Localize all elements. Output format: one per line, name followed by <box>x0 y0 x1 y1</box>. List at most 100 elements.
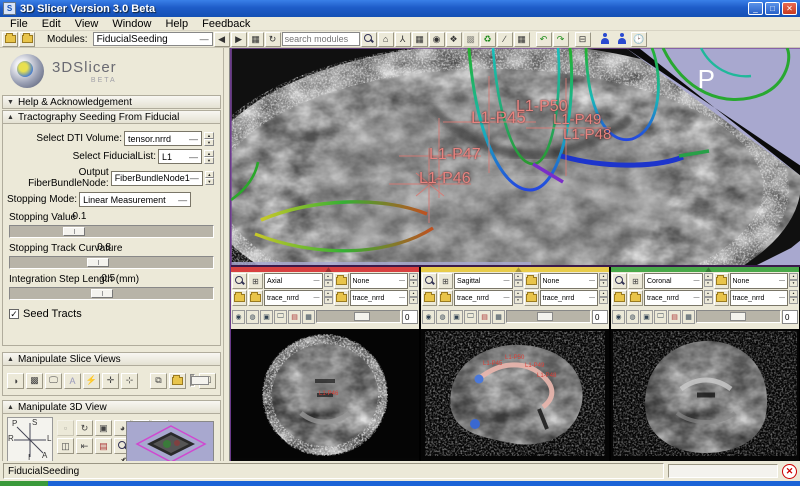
axis-visible-button[interactable]: ◫ <box>57 438 74 454</box>
editor-module-button[interactable]: ♻ <box>480 32 496 47</box>
stopping-value-slider[interactable] <box>9 225 214 238</box>
data-module-button[interactable]: ⅄ <box>395 32 411 47</box>
grid-button[interactable]: ▦ <box>492 310 505 324</box>
minimize-button[interactable]: _ <box>748 2 763 15</box>
spin-up-icon[interactable]: ▲ <box>704 290 713 297</box>
navigation-zoom-button[interactable]: ⇤ <box>76 438 93 454</box>
select-color-button[interactable]: ▤ <box>95 438 112 454</box>
annotation-button[interactable]: A <box>64 373 81 389</box>
spin-up-icon[interactable]: ▲ <box>599 290 608 297</box>
fg-volume-button[interactable] <box>334 273 349 289</box>
toggle-visibility-button[interactable]: ◑ <box>7 373 24 389</box>
module-prev-button[interactable]: ◀ <box>214 32 230 47</box>
module-next-button[interactable]: ▶ <box>231 32 247 47</box>
orientation-spinner[interactable]: ▲▼ <box>324 273 333 289</box>
label-volume-spinner[interactable]: ▲▼ <box>599 290 608 306</box>
fiducial-select-button[interactable] <box>614 32 630 47</box>
label-volume-button[interactable] <box>628 290 643 306</box>
label-volume-spinner[interactable]: ▲▼ <box>789 290 798 306</box>
module-selector[interactable]: FiducialSeeding — <box>93 32 213 46</box>
slice-link-button[interactable] <box>612 290 627 306</box>
spin-up-icon[interactable]: ▲ <box>789 273 798 280</box>
ortho-view-button[interactable]: ▣ <box>95 420 112 436</box>
yellow-slice-colorbar[interactable] <box>421 267 609 272</box>
help-section-header[interactable]: ▼ Help & Acknowledgement <box>2 95 221 109</box>
bg-volume-button[interactable] <box>524 290 539 306</box>
fg-volume-select[interactable]: None— <box>540 273 599 289</box>
layers-button[interactable]: ▣ <box>640 310 653 324</box>
fg-volume-button[interactable] <box>524 273 539 289</box>
bg-volume-select[interactable]: trace_nrrd— <box>454 290 513 306</box>
load-scene-button[interactable] <box>2 32 18 47</box>
colors-button[interactable]: ▤ <box>478 310 491 324</box>
label-volume-spinner[interactable]: ▲▼ <box>409 290 418 306</box>
seed-tracts-checkbox[interactable]: ✓ <box>9 309 19 319</box>
orientation-spinner[interactable]: ▲▼ <box>514 273 523 289</box>
spin-up-icon[interactable]: ▲ <box>204 132 214 139</box>
label-opacity-button[interactable]: ◍ <box>246 310 259 324</box>
menu-feedback[interactable]: Feedback <box>196 17 256 31</box>
spin-down-icon[interactable]: ▼ <box>599 297 608 304</box>
slice-visibility-button[interactable]: ◉ <box>232 310 245 324</box>
output-node-select[interactable]: FiberBundleNode1 — <box>111 171 203 186</box>
fade-button[interactable] <box>169 373 186 389</box>
orientation-select[interactable]: Sagittal— <box>454 273 513 289</box>
orientation-compass[interactable]: P S L R A I <box>7 417 53 461</box>
axial-slice-view[interactable]: L1-P46 <box>231 329 419 461</box>
spin-up-icon[interactable]: ▲ <box>205 171 214 178</box>
close-button[interactable]: ✕ <box>782 2 797 15</box>
spin-view-button[interactable]: ▫ <box>57 420 74 436</box>
green-slice-colorbar[interactable] <box>611 267 799 272</box>
orientation-select[interactable]: Coronal— <box>644 273 703 289</box>
curvature-slider[interactable] <box>9 256 214 269</box>
slice-views-section-header[interactable]: ▲ Manipulate Slice Views <box>2 352 221 366</box>
spin-down-icon[interactable]: ▼ <box>324 297 333 304</box>
toggle-labels-button[interactable]: ▩ <box>26 373 43 389</box>
menu-edit[interactable]: Edit <box>36 17 67 31</box>
layers-button[interactable]: ▣ <box>260 310 273 324</box>
cancel-icon[interactable]: ✕ <box>782 464 797 479</box>
slice-link-button[interactable]: 🖵 <box>45 373 62 389</box>
layers-button[interactable]: ▣ <box>450 310 463 324</box>
curvature-handle[interactable] <box>87 258 109 267</box>
spin-down-icon[interactable]: ▼ <box>205 178 214 185</box>
label-volume-select[interactable]: trace_nrrd— <box>540 290 599 306</box>
spin-down-icon[interactable]: ▼ <box>789 280 798 287</box>
label-volume-button[interactable] <box>438 290 453 306</box>
fg-bg-opacity-slider[interactable] <box>190 374 195 387</box>
view3d-section-header[interactable]: ▲ Manipulate 3D View <box>2 400 221 414</box>
grid-button[interactable]: ▦ <box>302 310 315 324</box>
stopping-mode-select[interactable]: Linear Measurement — <box>79 192 191 207</box>
offset-handle[interactable] <box>537 312 553 321</box>
screenshot-button[interactable]: ⊟ <box>575 32 591 47</box>
bg-volume-spinner[interactable]: ▲▼ <box>514 290 523 306</box>
spin-up-icon[interactable]: ▲ <box>324 290 333 297</box>
orientation-spinner[interactable]: ▲▼ <box>704 273 713 289</box>
interpolation-button[interactable]: ⚡ <box>83 373 100 389</box>
menu-window[interactable]: Window <box>106 17 157 31</box>
spin-up-icon[interactable]: ▲ <box>409 273 418 280</box>
screen-button[interactable]: 🖵 <box>274 310 287 324</box>
tractography-section-header[interactable]: ▲ Tractography Seeding From Fiducial <box>2 110 221 124</box>
slice-more-button[interactable] <box>232 273 247 289</box>
dti-volume-select[interactable]: tensor.nrrd — <box>124 131 202 146</box>
rock-view-button[interactable]: ↻ <box>76 420 93 436</box>
slice-offset-slider[interactable] <box>316 310 401 323</box>
spin-down-icon[interactable]: ▼ <box>704 280 713 287</box>
fg-bg-toggle-button[interactable]: ⧉ <box>150 373 167 389</box>
navigation-thumbnail[interactable] <box>126 421 214 461</box>
slice-more-button[interactable] <box>422 273 437 289</box>
offset-handle[interactable] <box>730 312 746 321</box>
search-modules-input[interactable] <box>282 32 360 46</box>
module-history-button[interactable]: ▦ <box>248 32 264 47</box>
fg-volume-spinner[interactable]: ▲▼ <box>789 273 798 289</box>
fiducial-list-select[interactable]: L1 — <box>158 149 202 164</box>
measurements-module-button[interactable]: ∕ <box>497 32 513 47</box>
home-module-button[interactable]: ⌂ <box>378 32 394 47</box>
search-module-button[interactable] <box>361 32 377 47</box>
transforms-module-button[interactable]: ❖ <box>446 32 462 47</box>
fg-volume-spinner[interactable]: ▲▼ <box>409 273 418 289</box>
spin-up-icon[interactable]: ▲ <box>599 273 608 280</box>
dti-volume-spinner[interactable]: ▲▼ <box>204 132 214 146</box>
bg-volume-button[interactable] <box>714 290 729 306</box>
